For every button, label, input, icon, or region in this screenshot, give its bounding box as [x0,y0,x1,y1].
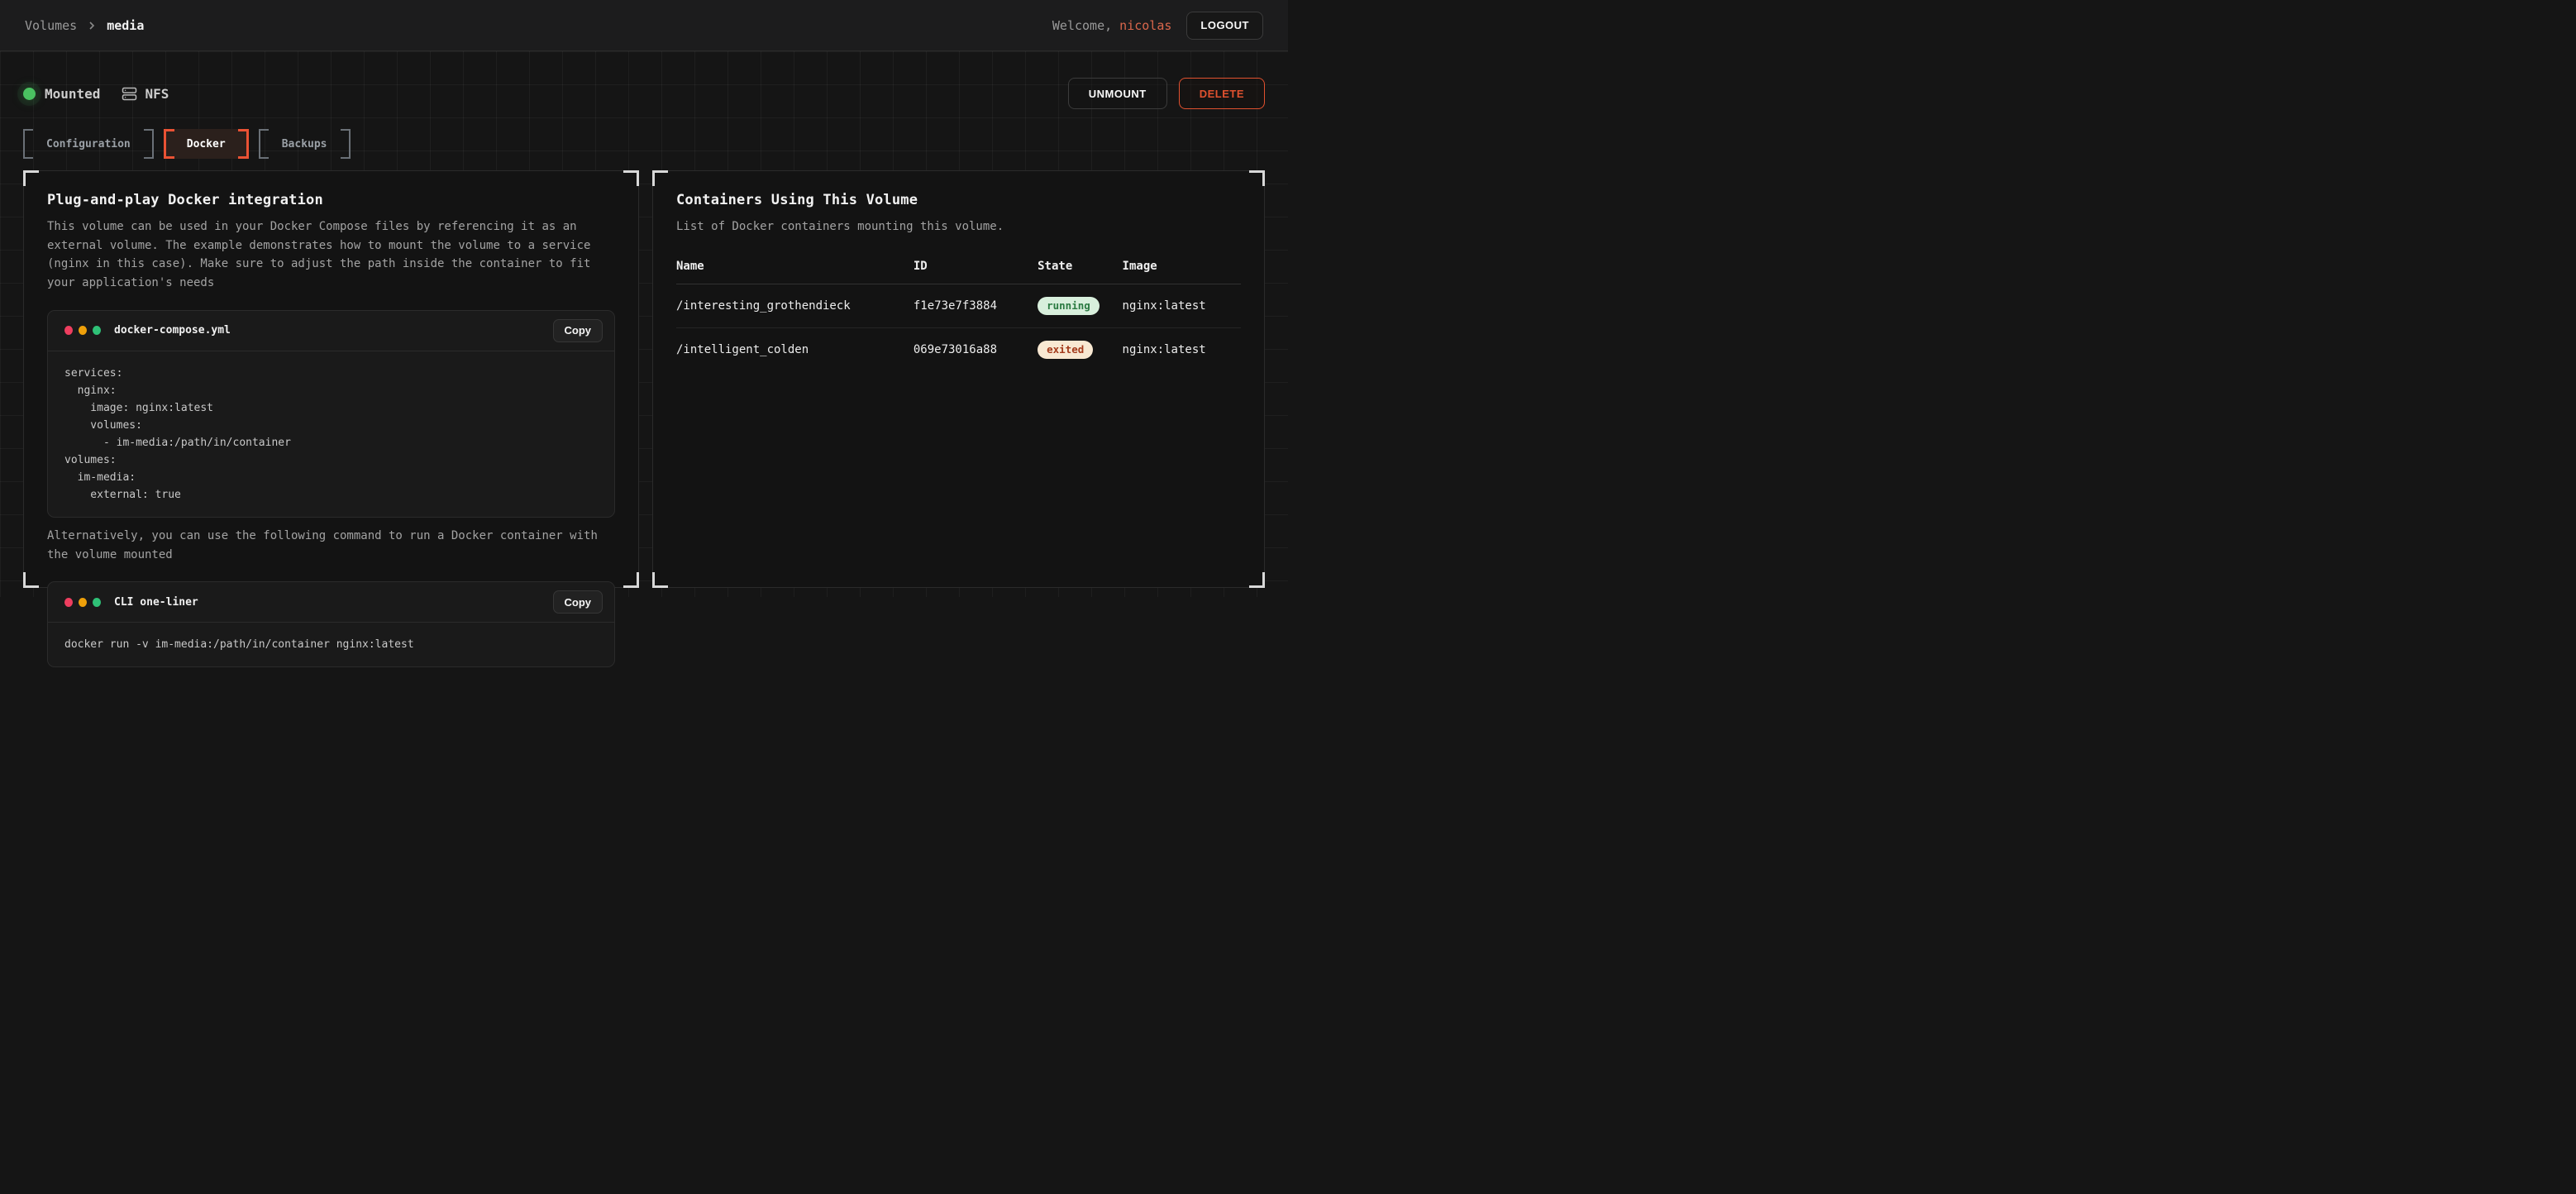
table-row: /interesting_grothendieck f1e73e7f3884 r… [676,284,1241,327]
fs-type-label: NFS [145,86,169,102]
cli-code-header: CLI one-liner Copy [48,582,614,623]
volume-toolbar: Mounted NFS UNMOUNT DELETE [23,51,1265,109]
breadcrumb-volumes-link[interactable]: Volumes [25,18,77,33]
compose-filename: docker-compose.yml [114,324,231,337]
cli-intro-text: Alternatively, you can use the following… [47,527,615,564]
containers-panel-title: Containers Using This Volume [676,192,1241,208]
table-row: /intelligent_colden 069e73016a88 exited … [676,327,1241,371]
unmount-button[interactable]: UNMOUNT [1068,78,1167,109]
containers-table-header-row: Name ID State Image [676,260,1241,284]
welcome-text: Welcome, nicolas [1052,18,1172,33]
docker-integration-panel: Plug-and-play Docker integration This vo… [23,170,639,588]
containers-panel-subtitle: List of Docker containers mounting this … [676,217,1241,236]
column-header-state: State [1038,260,1122,284]
volume-actions: UNMOUNT DELETE [1068,78,1265,109]
window-dot-amber-icon [79,326,87,335]
window-dot-red-icon [64,326,73,335]
window-dots [64,326,101,335]
container-image: nginx:latest [1123,327,1241,371]
column-header-id: ID [914,260,1038,284]
cli-code-content: docker run -v im-media:/path/in/containe… [48,623,614,666]
window-dot-amber-icon [79,598,87,607]
container-name: /interesting_grothendieck [676,284,914,327]
container-image: nginx:latest [1123,284,1241,327]
containers-table: Name ID State Image /interesting_grothen… [676,260,1241,371]
tab-configuration[interactable]: Configuration [23,129,154,159]
compose-code-header: docker-compose.yml Copy [48,311,614,351]
container-id: f1e73e7f3884 [914,284,1038,327]
status-badge: exited [1038,341,1093,359]
mount-status-label: Mounted [45,86,100,102]
logout-button[interactable]: LOGOUT [1186,12,1263,40]
main-content: Mounted NFS UNMOUNT DELETE Configurati [0,51,1288,597]
cli-copy-button[interactable]: Copy [553,590,603,614]
docker-panel-description: This volume can be used in your Docker C… [47,217,615,293]
username: nicolas [1119,18,1171,33]
cli-filename: CLI one-liner [114,596,198,609]
tab-docker[interactable]: Docker [164,129,249,159]
containers-panel: Containers Using This Volume List of Doc… [652,170,1265,588]
mounted-status-dot [23,88,36,100]
status-group: Mounted NFS [23,86,169,102]
panels-row: Plug-and-play Docker integration This vo… [23,170,1265,588]
column-header-name: Name [676,260,914,284]
chevron-right-icon [87,21,97,31]
breadcrumb: Volumes media [25,18,144,33]
tab-bar: Configuration Docker Backups [23,129,1265,159]
cli-code-card: CLI one-liner Copy docker run -v im-medi… [47,581,615,667]
compose-copy-button[interactable]: Copy [553,319,603,342]
header-right: Welcome, nicolas LOGOUT [1052,12,1263,40]
window-dot-green-icon [93,326,101,335]
top-bar: Volumes media Welcome, nicolas LOGOUT [0,0,1288,51]
delete-button[interactable]: DELETE [1179,78,1265,109]
filesystem-type: NFS [122,86,169,102]
window-dot-green-icon [93,598,101,607]
docker-panel-title: Plug-and-play Docker integration [47,192,615,208]
breadcrumb-current-volume: media [107,18,144,33]
status-badge: running [1038,297,1100,315]
container-name: /intelligent_colden [676,327,914,371]
window-dot-red-icon [64,598,73,607]
container-id: 069e73016a88 [914,327,1038,371]
tab-backups[interactable]: Backups [259,129,351,159]
server-stack-icon [122,86,137,102]
mount-status: Mounted [23,86,100,102]
window-dots [64,598,101,607]
compose-code-content: services: nginx: image: nginx:latest vol… [48,351,614,517]
welcome-prefix: Welcome, [1052,18,1119,33]
column-header-image: Image [1123,260,1241,284]
compose-code-card: docker-compose.yml Copy services: nginx:… [47,310,615,518]
